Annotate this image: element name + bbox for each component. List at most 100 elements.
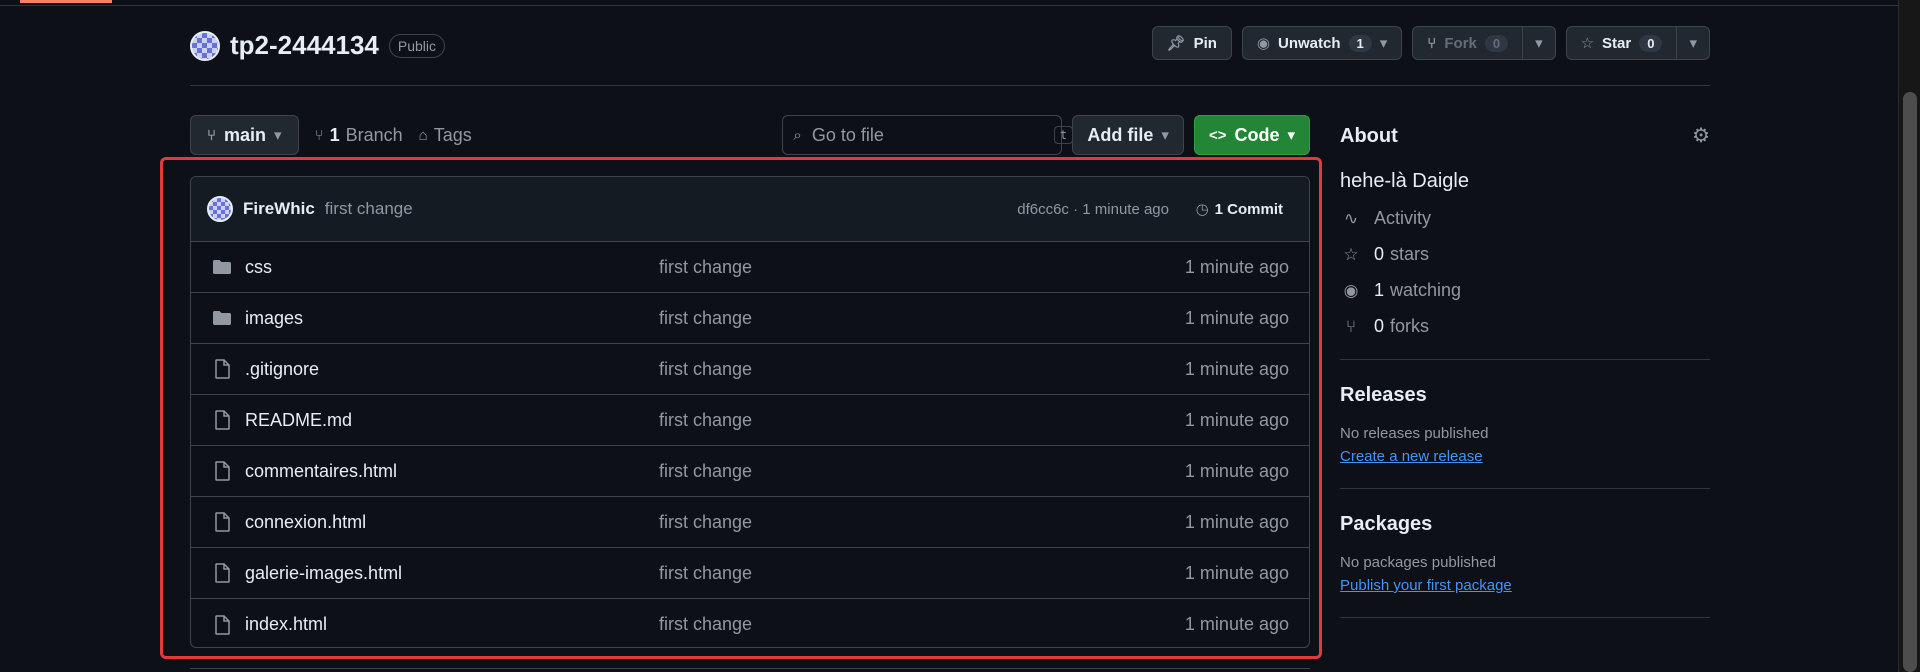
branches-label: Branch xyxy=(345,124,403,145)
scrollbar[interactable] xyxy=(1898,0,1920,672)
file-commit-message[interactable]: first change xyxy=(659,308,752,329)
tag-icon: ⌂ xyxy=(418,126,428,144)
code-icon: <> xyxy=(1208,126,1227,144)
file-name[interactable]: connexion.html xyxy=(245,512,366,533)
file-icon xyxy=(211,461,233,481)
file-icon xyxy=(211,614,233,635)
file-row[interactable]: galerie-images.html first change 1 minute … xyxy=(191,548,1309,599)
file-row[interactable]: commentaires.html first change 1 minute ag… xyxy=(191,446,1309,497)
branches-count: 1 xyxy=(329,124,340,145)
file-name[interactable]: galerie-images.html xyxy=(245,563,402,584)
commit-author[interactable]: FireWhic xyxy=(243,199,315,219)
file-commit-time: 1 minute ago xyxy=(1184,409,1289,430)
gear-icon[interactable]: ⚙ xyxy=(1692,126,1710,146)
releases-heading[interactable]: Releases xyxy=(1340,384,1710,407)
chevron-down-icon: ▾ xyxy=(1535,34,1543,52)
tags-link[interactable]: ⌂ Tags xyxy=(419,125,472,146)
stars-link[interactable]: ☆ 0 stars xyxy=(1340,243,1710,265)
publish-package-link[interactable]: Publish your first package xyxy=(1340,577,1512,594)
file-icon xyxy=(211,512,233,532)
scrollbar-thumb[interactable] xyxy=(1903,92,1917,672)
pin-button[interactable]: 📌︎ Pin xyxy=(1151,26,1232,60)
packages-empty: No packages published xyxy=(1340,554,1496,571)
fork-button[interactable]: ⑂ Fork 0 xyxy=(1412,26,1524,60)
packages-heading[interactable]: Packages xyxy=(1340,513,1710,536)
file-commit-time: 1 minute ago xyxy=(1184,256,1289,277)
tags-label: Tags xyxy=(433,124,472,145)
pulse-icon: ∿ xyxy=(1343,208,1359,228)
file-commit-message[interactable]: first change xyxy=(659,410,752,431)
file-row[interactable]: images first change 1 minute ago xyxy=(191,293,1309,344)
unwatch-button[interactable]: ◉ Unwatch 1 ▾ xyxy=(1241,26,1403,60)
chevron-down-icon: ▾ xyxy=(1379,34,1388,52)
file-commit-message[interactable]: first change xyxy=(659,512,752,533)
commit-meta[interactable]: df6cc6c · 1 minute ago xyxy=(1017,201,1169,218)
releases-section: Releases No releases published Create a … xyxy=(1340,360,1710,466)
file-row[interactable]: connexion.html first change 1 minute ago xyxy=(191,497,1309,548)
eye-icon: ◉ xyxy=(1256,34,1271,52)
search-icon: ⌕ xyxy=(793,126,802,144)
file-list: FireWhic first change df6cc6c · 1 minute… xyxy=(190,176,1310,648)
file-name[interactable]: commentaires.html xyxy=(245,461,397,482)
activity-link[interactable]: ∿ Activity xyxy=(1340,207,1710,229)
file-commit-message[interactable]: first change xyxy=(659,614,752,635)
watching-link[interactable]: ◉ 1 watching xyxy=(1340,279,1710,301)
star-icon: ☆ xyxy=(1343,244,1359,264)
fork-icon: ⑂ xyxy=(1345,316,1357,336)
file-row[interactable]: README.md first change 1 minute ago xyxy=(191,395,1309,446)
branch-icon: ⑂ xyxy=(207,126,217,144)
go-to-file-search[interactable]: ⌕ t xyxy=(782,115,1074,155)
stars-count: 0 xyxy=(1374,243,1385,264)
visibility-badge: Public xyxy=(388,33,446,58)
code-button[interactable]: <> Code ▾ xyxy=(1193,115,1310,155)
fork-count: 0 xyxy=(1484,34,1509,52)
file-commit-message[interactable]: first change xyxy=(659,563,752,584)
file-name[interactable]: .gitignore xyxy=(245,359,319,380)
commit-author-avatar[interactable] xyxy=(207,196,233,222)
about-heading: About xyxy=(1340,124,1398,147)
chevron-down-icon: ▾ xyxy=(1161,126,1169,144)
watching-count: 1 xyxy=(1374,279,1385,300)
file-commit-message[interactable]: first change xyxy=(659,257,752,278)
code-label: Code xyxy=(1234,124,1280,145)
chevron-down-icon: ▾ xyxy=(1689,34,1697,52)
commit-message[interactable]: first change xyxy=(325,199,413,219)
file-commit-message[interactable]: first change xyxy=(659,461,752,482)
star-button[interactable]: ☆ Star 0 xyxy=(1565,26,1678,60)
branch-controls: ⑂ main ▾ ⑂ 1 Branch ⌂ Tags xyxy=(190,115,472,155)
add-file-button[interactable]: Add file ▾ xyxy=(1072,115,1184,155)
fork-menu-button[interactable]: ▾ xyxy=(1523,26,1556,60)
file-name[interactable]: css xyxy=(245,257,272,278)
file-row[interactable]: css first change 1 minute ago xyxy=(191,242,1309,293)
star-count: 0 xyxy=(1639,34,1663,52)
forks-link[interactable]: ⑂ 0 forks xyxy=(1340,315,1710,337)
repo-header: tp2-2444134 Public 📌︎ Pin ◉ Unwatch 1 ▾ … xyxy=(190,26,1710,86)
owner-avatar[interactable] xyxy=(190,30,220,61)
star-group: ☆ Star 0 ▾ xyxy=(1565,26,1710,60)
repo-name[interactable]: tp2-2444134 xyxy=(230,30,379,61)
file-icon xyxy=(211,410,233,430)
repo-actions: 📌︎ Pin ◉ Unwatch 1 ▾ ⑂ Fork 0 ▾ ☆ Star 0… xyxy=(1151,26,1710,60)
commits-link[interactable]: ◷ 1 Commit xyxy=(1196,201,1283,218)
eye-icon: ◉ xyxy=(1343,280,1359,300)
chevron-down-icon: ▾ xyxy=(274,126,282,144)
packages-section: Packages No packages published Publish y… xyxy=(1340,489,1710,595)
pin-label: Pin xyxy=(1193,34,1217,52)
go-to-file-input[interactable] xyxy=(811,124,1044,146)
file-name[interactable]: README.md xyxy=(245,410,352,431)
branch-selector[interactable]: ⑂ main ▾ xyxy=(190,115,299,155)
fork-icon: ⑂ xyxy=(1427,34,1437,52)
folder-icon xyxy=(211,259,233,275)
file-commit-message[interactable]: first change xyxy=(659,359,752,380)
star-menu-button[interactable]: ▾ xyxy=(1677,26,1710,60)
file-row[interactable]: index.html first change 1 minute ago xyxy=(191,599,1309,647)
file-name[interactable]: images xyxy=(245,308,303,329)
history-icon: ◷ xyxy=(1195,200,1209,218)
branches-link[interactable]: ⑂ 1 Branch xyxy=(315,125,403,146)
create-release-link[interactable]: Create a new release xyxy=(1340,448,1483,465)
file-name[interactable]: index.html xyxy=(245,614,327,635)
file-rows: css first change 1 minute ago images first c… xyxy=(191,242,1309,647)
active-tab-indicator xyxy=(20,0,112,3)
file-row[interactable]: .gitignore first change 1 minute ago xyxy=(191,344,1309,395)
folder-icon xyxy=(211,310,233,326)
